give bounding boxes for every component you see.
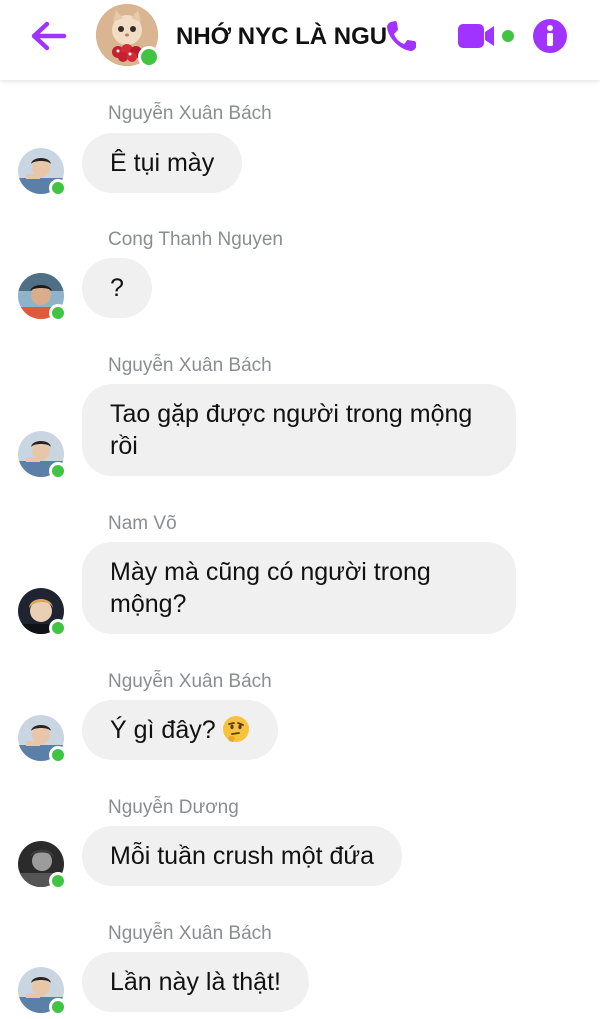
online-status-dot [49,872,67,890]
online-status-dot [49,462,67,480]
message-bubble[interactable]: Mày mà cũng có người trong mộng? [82,542,516,634]
voice-call-button[interactable] [382,16,422,56]
message-text: Mỗi tuần crush một đứa [110,842,375,870]
sender-name: Nguyễn Xuân Bách [108,355,272,376]
message-text: Ê tụi mày [110,149,215,177]
video-camera-icon [458,24,514,48]
online-status-dot [49,746,67,764]
thinking-face-icon [222,716,249,742]
avatar[interactable] [18,273,67,322]
sender-name: Nguyễn Xuân Bách [108,103,272,124]
conversation-info-button[interactable] [532,18,568,54]
phone-icon [387,21,416,51]
message-text: Mày mà cũng có người trong mộng? [110,558,431,618]
message-text: Tao gặp được người trong mộng rồi [110,400,473,460]
online-status-dot [49,179,67,197]
message-bubble[interactable]: Lần này là thật! [82,952,309,1012]
message-list[interactable]: Nguyễn Xuân Bách Ê tụi mày Cong Thanh Ng… [0,80,600,1019]
avatar[interactable] [18,715,67,764]
sender-name: Nguyễn Dương [108,797,239,818]
video-call-button[interactable] [456,20,520,52]
message-text: ? [110,274,124,302]
avatar[interactable] [18,967,67,1016]
avatar[interactable] [18,148,67,197]
avatar[interactable] [18,431,67,480]
message-bubble[interactable]: ? [82,258,152,318]
info-icon [533,19,567,53]
sender-name: Cong Thanh Nguyen [108,229,283,250]
group-name[interactable]: NHỚ NYC LÀ NGU [176,22,394,54]
back-button[interactable] [28,18,68,54]
message-bubble[interactable]: Mỗi tuần crush một đứa [82,826,403,886]
arrow-left-icon [31,21,67,51]
message-bubble[interactable]: Tao gặp được người trong mộng rồi [82,384,516,476]
avatar[interactable] [18,588,67,637]
avatar[interactable] [18,841,67,890]
online-status-dot [138,46,160,68]
chat-header: NHỚ NYC LÀ NGU [0,0,600,80]
sender-name: Nguyễn Xuân Bách [108,923,272,944]
sender-name: Nam Võ [108,513,177,534]
message-bubble[interactable]: Ý gì đây? [82,700,278,760]
online-status-dot [49,619,67,637]
online-status-dot [49,998,67,1016]
message-text: Lần này là thật! [110,968,281,996]
online-status-dot [49,304,67,322]
message-bubble[interactable]: Ê tụi mày [82,133,243,193]
group-avatar[interactable] [96,4,160,68]
message-text: Ý gì đây? [110,716,216,744]
sender-name: Nguyễn Xuân Bách [108,671,272,692]
